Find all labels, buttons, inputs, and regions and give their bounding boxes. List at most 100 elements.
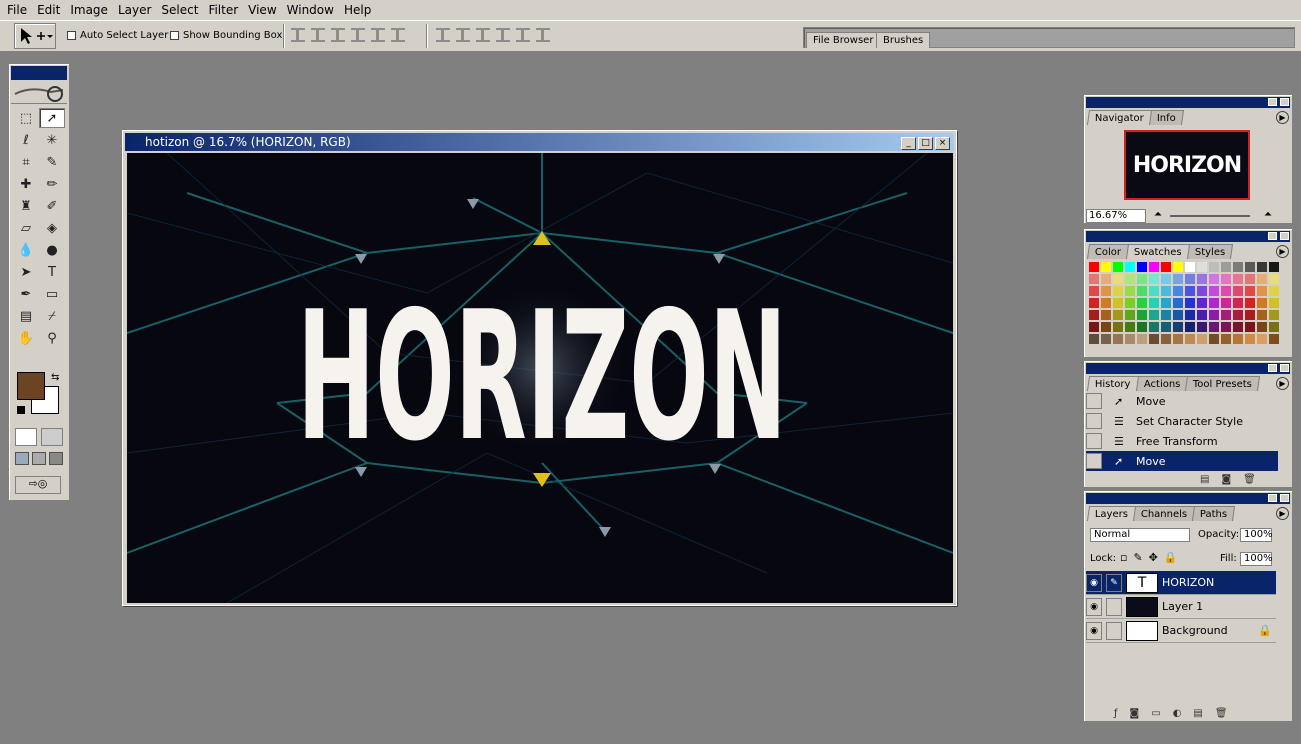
tab-paths[interactable]: Paths [1192, 506, 1236, 521]
menu-file[interactable]: File [2, 3, 32, 17]
swatch[interactable] [1232, 261, 1244, 273]
panel-menu-icon[interactable]: ▶ [1276, 245, 1289, 258]
swatch[interactable] [1148, 297, 1160, 309]
swatch[interactable] [1124, 285, 1136, 297]
swatch[interactable] [1232, 321, 1244, 333]
eyedropper-icon[interactable]: ⌿ [39, 306, 65, 326]
swatch[interactable] [1124, 297, 1136, 309]
swatch[interactable] [1208, 309, 1220, 321]
move-tool-icon[interactable]: ➚ [39, 108, 65, 128]
swatch[interactable] [1136, 333, 1148, 345]
swatch[interactable] [1136, 273, 1148, 285]
swatch[interactable] [1172, 321, 1184, 333]
menu-select[interactable]: Select [156, 3, 203, 17]
swatch[interactable] [1220, 285, 1232, 297]
distribute-hcenter-icon[interactable] [516, 28, 530, 42]
swatch[interactable] [1184, 321, 1196, 333]
eye-icon[interactable]: ◉ [1086, 621, 1102, 640]
swatch[interactable] [1172, 261, 1184, 273]
swatch[interactable] [1112, 285, 1124, 297]
swatch[interactable] [1232, 273, 1244, 285]
quick-mask-icon[interactable] [41, 428, 63, 446]
swatch[interactable] [1208, 297, 1220, 309]
swatch[interactable] [1196, 333, 1208, 345]
close-icon[interactable] [1280, 494, 1289, 502]
swatch[interactable] [1088, 321, 1100, 333]
history-item[interactable]: ☰ Free Transform [1086, 431, 1278, 451]
swatch[interactable] [1184, 273, 1196, 285]
swatch[interactable] [1184, 333, 1196, 345]
healing-brush-icon[interactable]: ✚ [13, 174, 39, 194]
slice-tool-icon[interactable]: ✎ [39, 152, 65, 172]
trash-icon[interactable]: 🗑 [1243, 474, 1256, 485]
swatch[interactable] [1244, 273, 1256, 285]
swatch[interactable] [1244, 333, 1256, 345]
swatch[interactable] [1256, 285, 1268, 297]
swatch[interactable] [1136, 297, 1148, 309]
swatch[interactable] [1184, 285, 1196, 297]
swatch[interactable] [1256, 333, 1268, 345]
swatch[interactable] [1220, 333, 1232, 345]
panel-menu-icon[interactable]: ▶ [1276, 507, 1289, 520]
swatch[interactable] [1112, 261, 1124, 273]
swatch[interactable] [1268, 285, 1280, 297]
swatch[interactable] [1172, 285, 1184, 297]
pen-tool-icon[interactable]: ✒ [13, 284, 39, 304]
history-source-checkbox[interactable] [1086, 453, 1102, 469]
menu-layer[interactable]: Layer [113, 3, 156, 17]
swatch[interactable] [1172, 309, 1184, 321]
hand-tool-icon[interactable]: ✋ [13, 328, 39, 348]
swatch[interactable] [1208, 285, 1220, 297]
blur-tool-icon[interactable]: 💧 [13, 240, 39, 260]
swatch[interactable] [1136, 321, 1148, 333]
swatch[interactable] [1124, 273, 1136, 285]
swatch[interactable] [1124, 321, 1136, 333]
swatch[interactable] [1196, 309, 1208, 321]
swatch[interactable] [1100, 273, 1112, 285]
swatch[interactable] [1268, 297, 1280, 309]
distribute-top-icon[interactable] [436, 28, 450, 42]
layer-mask-icon[interactable]: ◙ [1130, 708, 1140, 719]
tab-brushes[interactable]: Brushes [876, 32, 931, 48]
swatch[interactable] [1256, 261, 1268, 273]
swatch[interactable] [1196, 297, 1208, 309]
swatch[interactable] [1268, 261, 1280, 273]
history-source-checkbox[interactable] [1086, 413, 1102, 429]
opacity-field[interactable]: 100% [1240, 528, 1273, 542]
swatch[interactable] [1160, 297, 1172, 309]
type-tool-icon[interactable]: T [39, 262, 65, 282]
swatch[interactable] [1244, 285, 1256, 297]
tab-history[interactable]: History [1086, 376, 1139, 391]
history-source-checkbox[interactable] [1086, 433, 1102, 449]
align-bottom-icon[interactable] [331, 28, 345, 42]
swatch[interactable] [1232, 285, 1244, 297]
swatch[interactable] [1184, 297, 1196, 309]
swatch[interactable] [1100, 297, 1112, 309]
minimize-icon[interactable] [1268, 232, 1277, 240]
swatch[interactable] [1148, 273, 1160, 285]
panel-menu-icon[interactable]: ▶ [1276, 111, 1289, 124]
clone-stamp-icon[interactable]: ♜ [13, 196, 39, 216]
swatch[interactable] [1244, 297, 1256, 309]
tab-file-browser[interactable]: File Browser [806, 32, 881, 48]
swatch[interactable] [1268, 321, 1280, 333]
swatch[interactable] [1256, 273, 1268, 285]
swatch[interactable] [1160, 273, 1172, 285]
swatch[interactable] [1232, 297, 1244, 309]
menu-filter[interactable]: Filter [203, 3, 243, 17]
swatch[interactable] [1160, 309, 1172, 321]
minimize-icon[interactable] [1268, 98, 1277, 106]
swatch[interactable] [1220, 297, 1232, 309]
layer-row[interactable]: ◉ Background 🔒 [1086, 619, 1276, 643]
swatch-grid[interactable] [1088, 261, 1280, 345]
menu-image[interactable]: Image [65, 3, 113, 17]
layer-row[interactable]: ◉ ✎ T HORIZON [1086, 571, 1276, 595]
close-button[interactable]: × [935, 137, 950, 150]
swatch[interactable] [1268, 273, 1280, 285]
panel-titlebar[interactable] [1086, 493, 1290, 504]
minimize-icon[interactable] [1268, 494, 1277, 502]
swatch[interactable] [1232, 333, 1244, 345]
align-left-icon[interactable] [351, 28, 365, 42]
swatch[interactable] [1268, 333, 1280, 345]
swatch[interactable] [1256, 309, 1268, 321]
